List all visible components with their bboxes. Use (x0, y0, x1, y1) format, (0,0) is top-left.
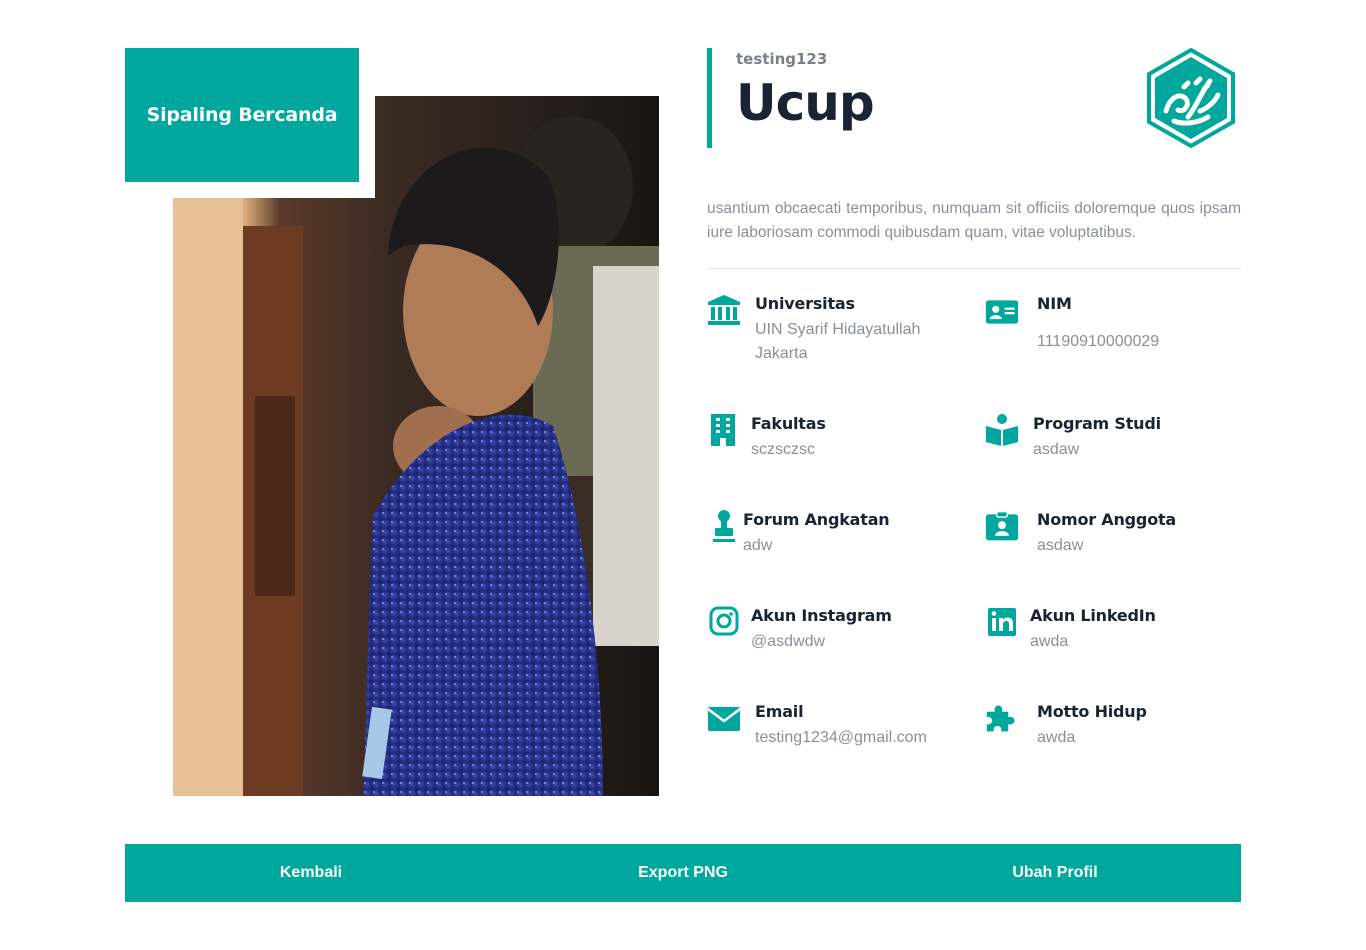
info-label: Motto Hidup (1037, 702, 1147, 721)
instagram-icon (707, 605, 739, 639)
export-png-button[interactable]: Export PNG (497, 844, 869, 902)
info-email: Email testing1234@gmail.com (707, 701, 927, 750)
divider (707, 268, 1241, 269)
action-bar: Kembali Export PNG Ubah Profil (125, 844, 1241, 902)
edit-profile-button[interactable]: Ubah Profil (869, 844, 1241, 902)
info-forum-angkatan: Forum Angkatan adw (707, 509, 890, 558)
stamp-icon (707, 509, 735, 543)
puzzle-icon (985, 701, 1023, 735)
accent-bar (707, 48, 712, 148)
info-linkedin: Akun LinkedIn awda (985, 605, 1156, 654)
info-value: asdaw (1033, 441, 1080, 458)
profile-bio: usantium obcaecati temporibus, numquam s… (707, 200, 1241, 241)
info-nim: NIM 11190910000029 (985, 293, 1159, 354)
building-icon (707, 413, 737, 447)
envelope-icon (707, 701, 741, 735)
info-instagram: Akun Instagram @asdwdw (707, 605, 892, 654)
info-label: NIM (1037, 294, 1072, 313)
info-label: Universitas (755, 294, 855, 313)
info-value: asdaw (1037, 537, 1084, 554)
info-value: awda (1037, 729, 1076, 746)
id-badge-icon (985, 509, 1023, 543)
username: testing123 (736, 50, 828, 68)
info-label: Fakultas (751, 414, 826, 433)
info-value: @asdwdw (751, 633, 826, 650)
nickname-badge: Sipaling Bercanda (125, 48, 359, 182)
info-universitas: Universitas UIN Syarif Hidayatullah Jaka… (707, 293, 935, 366)
reader-icon (985, 413, 1019, 447)
info-value: adw (743, 537, 773, 554)
back-button[interactable]: Kembali (125, 844, 497, 902)
info-label: Program Studi (1033, 414, 1161, 433)
info-label: Email (755, 702, 804, 721)
institution-icon (707, 293, 741, 327)
info-label: Akun Instagram (751, 606, 892, 625)
info-label: Nomor Anggota (1037, 510, 1177, 529)
info-value: UIN Syarif Hidayatullah Jakarta (755, 321, 921, 362)
profile-name: Ucup (736, 74, 875, 132)
info-motto: Motto Hidup awda (985, 701, 1147, 750)
nickname-text: Sipaling Bercanda (146, 104, 338, 126)
info-nomor-anggota: Nomor Anggota asdaw (985, 509, 1176, 558)
linkedin-icon (985, 605, 1016, 639)
organization-logo-icon (1140, 47, 1242, 149)
info-fakultas: Fakultas sczsczsc (707, 413, 826, 462)
info-value: 11190910000029 (1037, 333, 1160, 350)
profile-photo-section: Sipaling Bercanda (125, 48, 659, 796)
info-program-studi: Program Studi asdaw (985, 413, 1161, 462)
id-card-icon (985, 295, 1019, 329)
info-value: awda (1030, 633, 1069, 650)
profile-photo-image (173, 96, 659, 796)
info-value: sczsczsc (751, 441, 815, 458)
info-value: testing1234@gmail.com (755, 729, 927, 746)
info-label: Forum Angkatan (743, 510, 890, 529)
profile-photo (173, 96, 659, 796)
info-label: Akun LinkedIn (1030, 606, 1156, 625)
